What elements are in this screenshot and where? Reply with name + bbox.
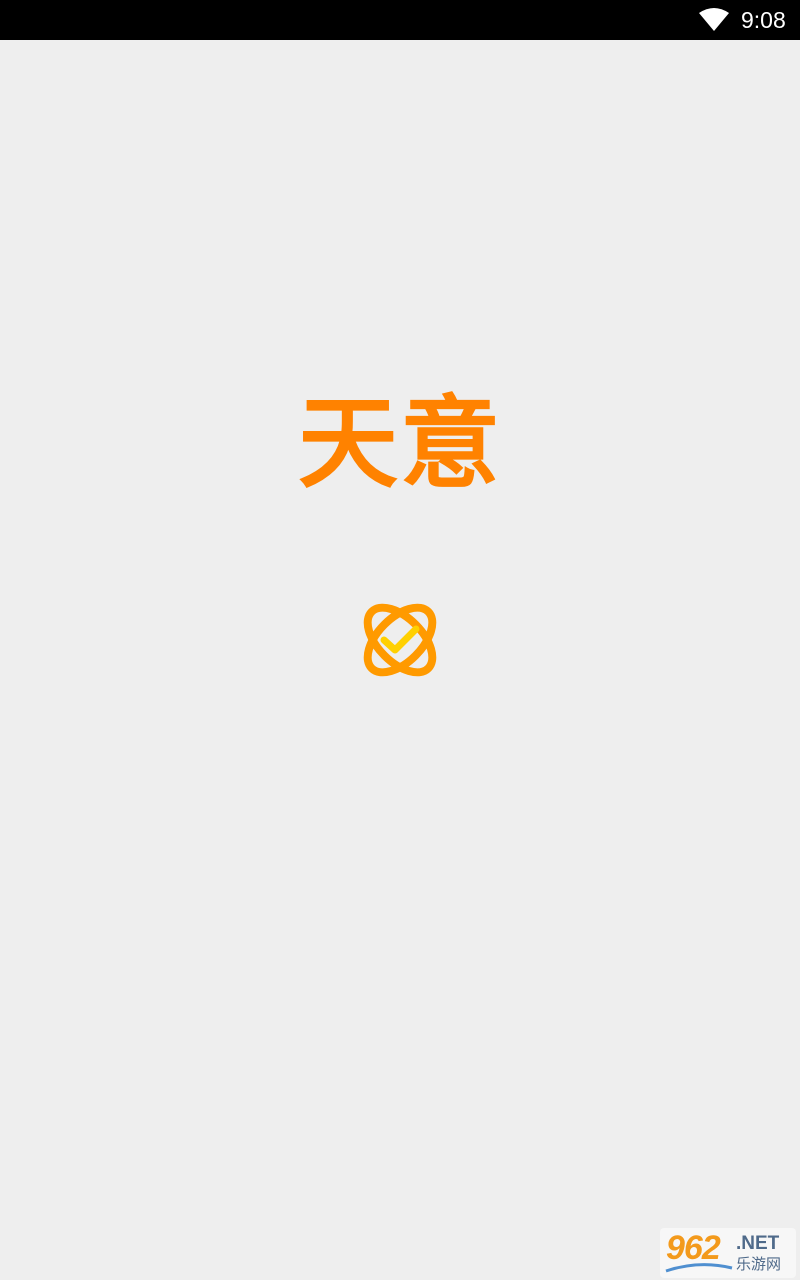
wifi-icon: [699, 8, 729, 31]
status-time: 9:08: [741, 7, 786, 33]
watermark-suffix: .NET: [736, 1233, 780, 1254]
orbit-check-logo-icon: [363, 603, 437, 677]
watermark-chinese: 乐游网: [736, 1255, 782, 1273]
watermark-swoosh-icon: [665, 1263, 733, 1273]
app-title: 天意: [298, 385, 502, 502]
status-bar: 9:08: [0, 0, 800, 40]
watermark-logo: 962 .NET 乐游网: [660, 1228, 796, 1278]
